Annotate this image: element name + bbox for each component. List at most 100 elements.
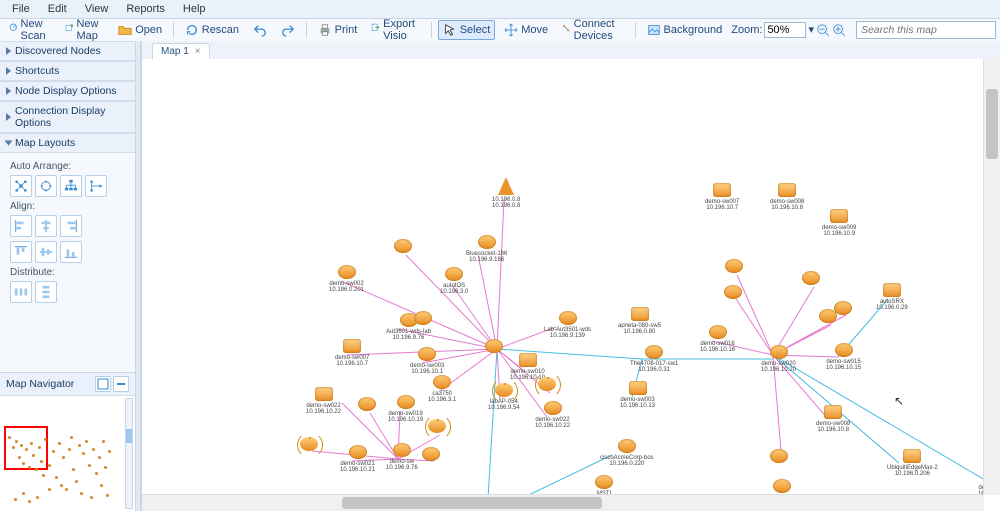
select-tool-button[interactable]: Select [438,20,496,40]
toolbar-separator [635,22,636,38]
vertical-scrollbar[interactable] [983,59,1000,495]
nav-dot [48,488,51,491]
zoom-input[interactable] [764,22,806,38]
search-input[interactable] [856,21,996,39]
menu-edit[interactable]: Edit [40,2,75,16]
align-label: Align: [10,201,129,212]
zoom-out-icon[interactable] [816,23,830,37]
panel-title: Node Display Options [15,85,117,97]
navigator-collapse-button[interactable] [113,376,129,392]
scrollbar-thumb[interactable] [342,497,602,509]
rescan-label: Rescan [202,24,239,36]
layout-orthogonal-button[interactable] [85,175,107,197]
cursor-icon [443,23,457,37]
map-navigator-header[interactable]: Map Navigator [0,373,135,396]
nav-dot [25,448,28,451]
nav-dot [108,450,111,453]
panel-discovered-nodes[interactable]: Discovered Nodes [0,41,135,61]
redo-button[interactable] [276,20,300,40]
align-right-button[interactable] [60,215,82,237]
layout-hierarchical-button[interactable] [60,175,82,197]
auto-arrange-label: Auto Arrange: [10,161,129,172]
print-button[interactable]: Print [313,20,363,40]
navigator-scale-button[interactable] [95,376,111,392]
nav-dot [88,464,91,467]
chevron-right-icon [6,67,11,75]
zoom-group: Zoom: ▾ [731,22,846,38]
panel-title: Connection Display Options [15,105,129,129]
menu-bar: File Edit View Reports Help [0,0,1000,19]
nav-dot [44,438,47,441]
background-label: Background [664,24,723,36]
panel-shortcuts[interactable]: Shortcuts [0,61,135,81]
new-map-label: New Map [76,18,104,42]
align-left-button[interactable] [10,215,32,237]
panel-connection-display[interactable]: Connection Display Options [0,101,135,133]
toolbar-separator [431,22,432,38]
align-center-v-button[interactable] [35,215,57,237]
nav-dot [72,468,75,471]
nav-dot [22,492,25,495]
chevron-right-icon [6,47,11,55]
map-navigator-title: Map Navigator [6,378,74,390]
export-visio-label: Export Visio [383,18,420,42]
move-tool-button[interactable]: Move [499,20,553,40]
nav-dot [92,448,95,451]
menu-file[interactable]: File [4,2,38,16]
rescan-button[interactable]: Rescan [180,20,244,40]
background-button[interactable]: Background [642,20,728,40]
horizontal-scrollbar[interactable] [142,494,984,511]
nav-dot [30,442,33,445]
layout-symmetric-button[interactable] [10,175,32,197]
tab-bar: Map 1 × [142,41,1000,60]
chevron-right-icon [6,87,11,95]
distribute-v-button[interactable] [35,281,57,303]
tab-map1[interactable]: Map 1 × [152,43,210,59]
map-layouts-body: Auto Arrange: Align: Distribute: [0,153,135,315]
tab-label: Map 1 [161,46,189,57]
navigator-slider-thumb[interactable] [126,429,132,443]
toolbar-separator [306,22,307,38]
nav-dot [82,452,85,455]
map-canvas[interactable]: ↖ SRX240H2-22310.196.0.223SRX240H2-22810… [142,59,984,495]
nav-dot [20,444,23,447]
panel-map-layouts[interactable]: Map Layouts [0,133,135,153]
zoom-dropdown-icon[interactable]: ▾ [808,25,814,36]
nav-dot [52,450,55,453]
distribute-h-button[interactable] [10,281,32,303]
navigator-canvas[interactable] [0,396,135,511]
nav-dot [58,442,61,445]
align-top-button[interactable] [10,241,32,263]
undo-button[interactable] [248,20,272,40]
zoom-in-icon[interactable] [832,23,846,37]
folder-open-icon [118,23,132,37]
sidebar: Discovered Nodes Shortcuts Node Display … [0,41,136,511]
menu-help[interactable]: Help [175,2,214,16]
nav-dot [102,440,105,443]
toolbar: New Scan New Map Open Rescan Print Expor… [0,19,1000,42]
menu-view[interactable]: View [77,2,117,16]
navigator-slider[interactable] [125,398,133,509]
nav-dot [35,468,38,471]
nav-dot [90,496,93,499]
nav-dot [32,454,35,457]
chevron-right-icon [6,113,11,121]
nav-dot [78,444,81,447]
tab-close-icon[interactable]: × [195,46,201,57]
radar-icon [9,23,18,37]
nav-dot [8,436,11,439]
layout-circular-button[interactable] [35,175,57,197]
align-center-h-button[interactable] [35,241,57,263]
connect-label: Connect Devices [574,18,624,42]
align-bottom-button[interactable] [60,241,82,263]
export-icon [371,23,380,37]
nav-dot [104,466,107,469]
move-label: Move [521,24,548,36]
panel-node-display[interactable]: Node Display Options [0,81,135,101]
menu-reports[interactable]: Reports [118,2,173,16]
zoom-label: Zoom: [731,24,762,36]
scrollbar-thumb[interactable] [986,89,998,159]
nav-dot [14,498,17,501]
open-button[interactable]: Open [113,20,167,40]
nav-dot [28,466,31,469]
